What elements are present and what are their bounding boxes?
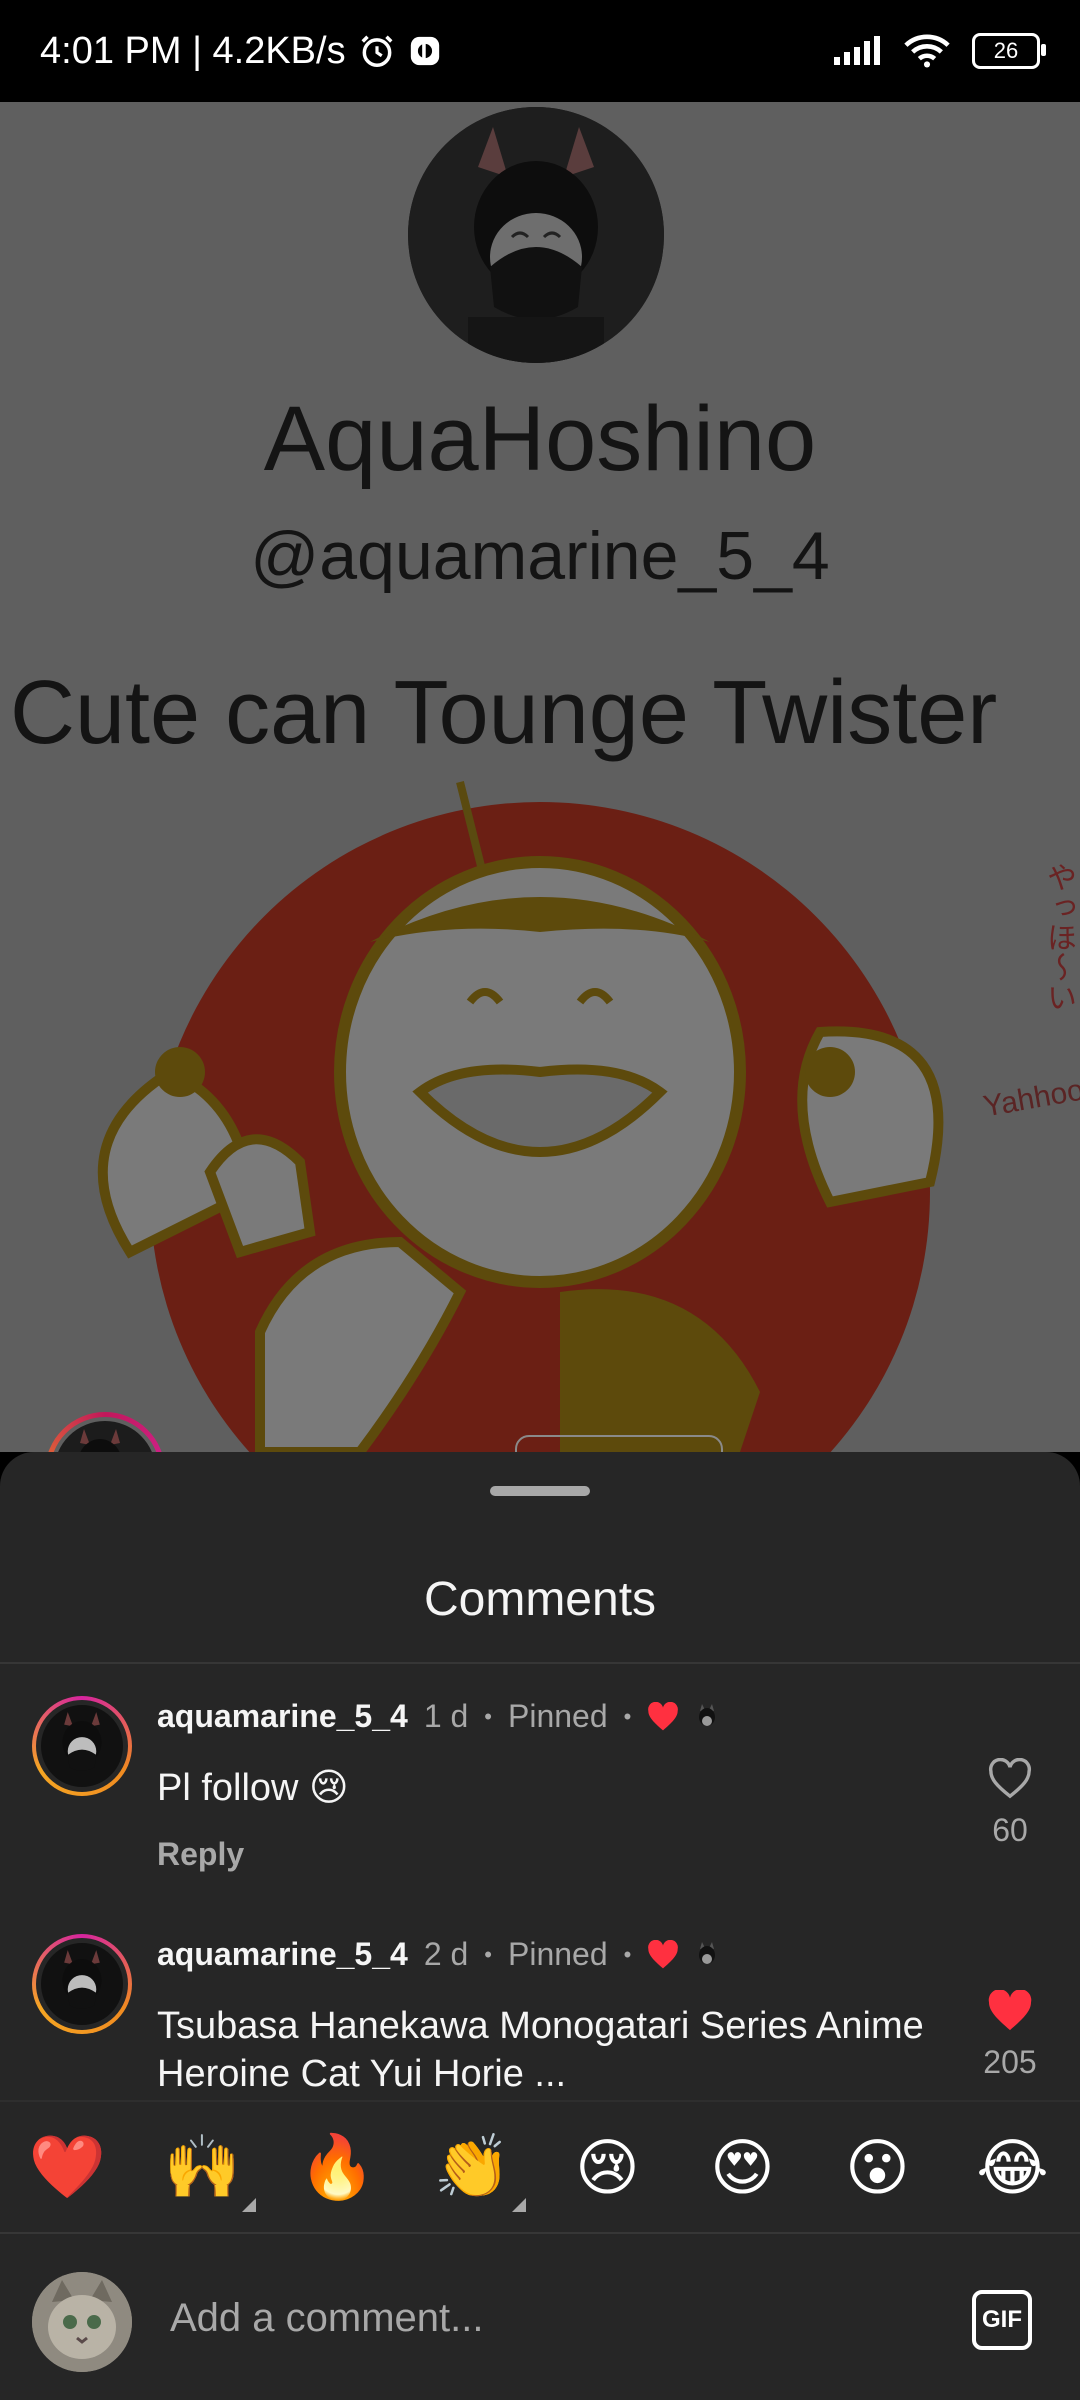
emoji-raising-hands[interactable]: 🙌 <box>148 2131 258 2212</box>
comment-age: 2 d <box>423 1936 469 1972</box>
skin-tone-indicator-icon <box>241 2197 256 2212</box>
emoji-heart-eyes[interactable]: 😍 <box>688 2131 798 2204</box>
comment-username[interactable]: aquamarine_5_4 <box>157 1936 408 1973</box>
separator-dot: • <box>484 1703 492 1729</box>
like-count: 205 <box>983 2044 1037 2080</box>
owner-avatar[interactable] <box>45 1412 165 1452</box>
emoji-crying-face[interactable]: 😢 <box>553 2131 663 2204</box>
comment-meta: aquamarine_5_4 1 d • Pinned • <box>157 1698 719 1735</box>
reel-caption: Cute can Tounge Twister <box>10 663 998 763</box>
reel-background: AquaHoshino @aquamarine_5_4 Cute can Tou… <box>0 102 1080 1452</box>
comment-age: 1 d <box>423 1698 469 1734</box>
separator-dot: • <box>623 1703 632 1729</box>
pinned-label: Pinned <box>508 1936 608 1972</box>
comment-meta: aquamarine_5_4 2 d • Pinned • <box>157 1936 719 1973</box>
gif-button[interactable]: GIF <box>972 2290 1032 2350</box>
reel-artwork <box>97 781 944 1452</box>
comments-title: Comments <box>423 1573 657 1626</box>
status-left: 4:01 PM | 4.2KB/s <box>40 30 442 73</box>
reply-button[interactable]: Reply <box>157 1836 244 1873</box>
creator-avatar-mini-icon <box>699 1941 716 1964</box>
heart-filled-icon[interactable] <box>987 1990 1033 2032</box>
emoji-glyph: 🙌 <box>163 2132 242 2202</box>
comment-composer: Add a comment... GIF <box>0 2232 1080 2400</box>
alarm-icon <box>361 35 393 67</box>
follow-button[interactable]: Follow <box>514 1434 724 1452</box>
comment-text: Tsubasa Hanekawa Monogatari Series Anime… <box>157 2005 924 2095</box>
comment-like[interactable]: 205 <box>970 1990 1050 2081</box>
wifi-icon <box>904 34 950 68</box>
signal-icon <box>834 36 880 65</box>
divider <box>0 1662 1080 1664</box>
creator-avatar-mini-icon <box>699 1703 716 1726</box>
reel-profile-avatar <box>408 107 664 363</box>
art-japanese-text: やっほ〜い <box>1042 862 1075 1012</box>
creator-liked-heart-icon <box>648 1701 679 1730</box>
comment-like[interactable]: 60 <box>970 1758 1050 1849</box>
status-right: 26 <box>832 33 1046 69</box>
add-comment-input[interactable]: Add a comment... <box>170 2296 483 2341</box>
current-user-avatar <box>32 2272 132 2372</box>
emoji-red-heart[interactable]: ❤️ <box>13 2131 123 2204</box>
pinned-label: Pinned <box>508 1698 608 1734</box>
battery-level: 26 <box>993 38 1019 63</box>
commenter-avatar[interactable] <box>32 1934 132 2034</box>
like-count: 60 <box>992 1812 1028 1848</box>
separator-dot: • <box>623 1941 632 1967</box>
status-time: 4:01 PM | 4.2KB/s <box>40 29 346 72</box>
comments-sheet: Comments aquamarine_5_4 1 d • Pinned • P… <box>0 1452 1080 2400</box>
emoji-glyph: 👏 <box>433 2132 512 2202</box>
app-notification-icon <box>410 36 439 66</box>
comment-username[interactable]: aquamarine_5_4 <box>157 1698 408 1735</box>
skin-tone-indicator-icon <box>511 2197 526 2212</box>
creator-liked-heart-icon <box>648 1939 679 1968</box>
commenter-avatar[interactable] <box>32 1696 132 1796</box>
emoji-reaction-bar: ❤️ 🙌 🔥 👏 😢 😍 😮 😂 <box>0 2100 1080 2232</box>
emoji-clapping-hands[interactable]: 👏 <box>418 2131 528 2212</box>
emoji-tears-of-joy[interactable]: 😂 <box>958 2131 1068 2204</box>
comment-text: Pl follow 😢 <box>157 1767 349 1809</box>
status-bar: 4:01 PM | 4.2KB/s 26 <box>0 0 1080 102</box>
heart-outline-icon[interactable] <box>987 1758 1033 1800</box>
reel-display-name: AquaHoshino <box>263 388 817 490</box>
reel-owner-row: aquamarine_5_4 Follow <box>45 1412 724 1452</box>
emoji-fire[interactable]: 🔥 <box>283 2131 393 2204</box>
reel-handle: @aquamarine_5_4 <box>250 518 830 594</box>
emoji-surprised-face[interactable]: 😮 <box>823 2131 933 2204</box>
battery-icon: 26 <box>972 33 1046 69</box>
separator-dot: • <box>484 1941 492 1967</box>
sheet-drag-handle[interactable] <box>490 1486 590 1496</box>
